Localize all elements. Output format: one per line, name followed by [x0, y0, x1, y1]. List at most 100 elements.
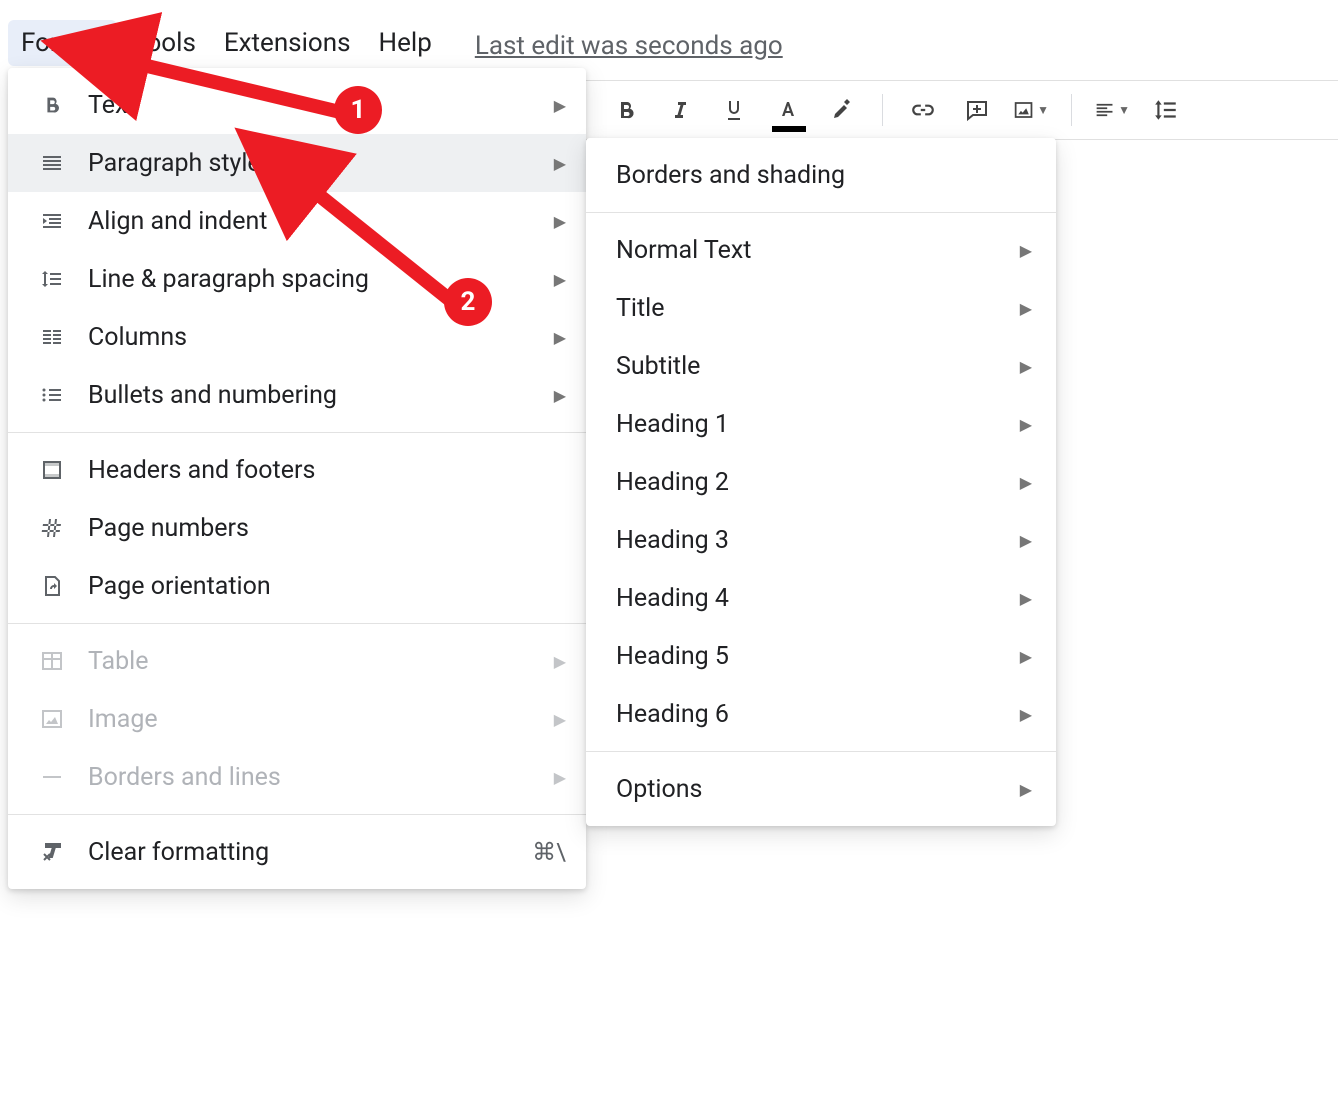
menu-item-label: Align and indent	[88, 207, 534, 236]
menu-item-label: Headers and footers	[88, 456, 566, 485]
sub-item-label: Title	[616, 294, 1020, 323]
menu-item-label: Line & paragraph spacing	[88, 265, 534, 294]
list-icon	[36, 379, 68, 411]
chevron-right-icon: ▶	[1020, 473, 1032, 492]
menu-item-text[interactable]: Text ▶	[8, 76, 586, 134]
menu-extensions[interactable]: Extensions	[211, 20, 364, 66]
paragraph-icon	[36, 147, 68, 179]
menu-item-bullets-numbering[interactable]: Bullets and numbering ▶	[8, 366, 586, 424]
highlight-button[interactable]	[824, 92, 860, 128]
menu-item-columns[interactable]: Columns ▶	[8, 308, 586, 366]
sub-item-subtitle[interactable]: Subtitle ▶	[586, 337, 1056, 395]
header-footer-icon	[36, 454, 68, 486]
bold-button[interactable]	[608, 92, 644, 128]
chevron-right-icon: ▶	[554, 270, 566, 289]
sub-item-heading-1[interactable]: Heading 1 ▶	[586, 395, 1056, 453]
menubar: Format Tools Extensions Help Last edit w…	[8, 20, 783, 66]
menu-format[interactable]: Format	[8, 20, 117, 66]
chevron-right-icon: ▶	[1020, 589, 1032, 608]
menu-item-clear-formatting[interactable]: Clear formatting ⌘\	[8, 823, 586, 881]
sub-item-label: Subtitle	[616, 352, 1020, 381]
toolbar-separator	[882, 94, 883, 126]
chevron-right-icon: ▶	[554, 386, 566, 405]
menu-separator	[8, 814, 586, 815]
line-spacing-button[interactable]	[1148, 92, 1184, 128]
sub-item-normal-text[interactable]: Normal Text ▶	[586, 221, 1056, 279]
chevron-right-icon: ▶	[1020, 647, 1032, 666]
sub-item-label: Heading 6	[616, 700, 1020, 729]
chevron-right-icon: ▶	[554, 154, 566, 173]
bold-icon	[36, 89, 68, 121]
sub-item-heading-3[interactable]: Heading 3 ▶	[586, 511, 1056, 569]
shortcut-text: ⌘\	[532, 838, 566, 866]
clear-format-icon	[36, 836, 68, 868]
menu-item-headers-footers[interactable]: Headers and footers	[8, 441, 586, 499]
sub-item-title[interactable]: Title ▶	[586, 279, 1056, 337]
format-dropdown: Text ▶ Paragraph styles ▶ Align and inde…	[8, 68, 586, 889]
menu-tools[interactable]: Tools	[119, 20, 209, 66]
chevron-right-icon: ▶	[1020, 241, 1032, 260]
last-edit-link[interactable]: Last edit was seconds ago	[475, 25, 783, 61]
underline-button[interactable]	[716, 92, 752, 128]
sub-item-label: Heading 5	[616, 642, 1020, 671]
sub-item-label: Options	[616, 775, 1020, 804]
align-button[interactable]: ▼	[1094, 92, 1130, 128]
menu-separator	[8, 623, 586, 624]
line-spacing-icon	[36, 263, 68, 295]
chevron-right-icon: ▶	[1020, 299, 1032, 318]
menu-item-page-numbers[interactable]: Page numbers	[8, 499, 586, 557]
menu-item-label: Table	[88, 647, 534, 676]
menu-item-align-indent[interactable]: Align and indent ▶	[8, 192, 586, 250]
add-comment-button[interactable]	[959, 92, 995, 128]
sub-item-label: Heading 2	[616, 468, 1020, 497]
menu-item-page-orientation[interactable]: Page orientation	[8, 557, 586, 615]
menu-item-label: Paragraph styles	[88, 149, 534, 178]
insert-image-button[interactable]: ▼	[1013, 92, 1049, 128]
menu-help[interactable]: Help	[366, 20, 445, 66]
menu-item-label: Image	[88, 705, 534, 734]
chevron-right-icon: ▶	[554, 96, 566, 115]
chevron-right-icon: ▶	[1020, 357, 1032, 376]
chevron-right-icon: ▶	[554, 652, 566, 671]
italic-button[interactable]	[662, 92, 698, 128]
menu-item-label: Page orientation	[88, 572, 566, 601]
sub-item-heading-6[interactable]: Heading 6 ▶	[586, 685, 1056, 743]
chevron-right-icon: ▶	[554, 328, 566, 347]
insert-link-button[interactable]	[905, 92, 941, 128]
menu-separator	[8, 432, 586, 433]
menu-item-table: Table ▶	[8, 632, 586, 690]
menu-item-paragraph-styles[interactable]: Paragraph styles ▶	[8, 134, 586, 192]
sub-item-options[interactable]: Options ▶	[586, 760, 1056, 818]
chevron-right-icon: ▶	[1020, 531, 1032, 550]
chevron-right-icon: ▶	[1020, 705, 1032, 724]
line-icon	[36, 761, 68, 793]
columns-icon	[36, 321, 68, 353]
menu-item-label: Columns	[88, 323, 534, 352]
menu-separator	[586, 212, 1056, 213]
menu-item-line-spacing[interactable]: Line & paragraph spacing ▶	[8, 250, 586, 308]
sub-item-heading-2[interactable]: Heading 2 ▶	[586, 453, 1056, 511]
hash-icon	[36, 512, 68, 544]
menu-item-label: Page numbers	[88, 514, 566, 543]
chevron-right-icon: ▶	[554, 212, 566, 231]
indent-icon	[36, 205, 68, 237]
chevron-right-icon: ▶	[554, 710, 566, 729]
sub-item-label: Normal Text	[616, 236, 1020, 265]
sub-item-borders-shading[interactable]: Borders and shading	[586, 146, 1056, 204]
sub-item-label: Borders and shading	[616, 161, 1032, 190]
toolbar-separator	[1071, 94, 1072, 126]
menu-item-image: Image ▶	[8, 690, 586, 748]
menu-item-label: Clear formatting	[88, 838, 512, 867]
image-icon	[36, 703, 68, 735]
toolbar: ▼ ▼	[586, 80, 1338, 140]
sub-item-label: Heading 4	[616, 584, 1020, 613]
chevron-right-icon: ▶	[554, 768, 566, 787]
sub-item-heading-5[interactable]: Heading 5 ▶	[586, 627, 1056, 685]
orientation-icon	[36, 570, 68, 602]
sub-item-heading-4[interactable]: Heading 4 ▶	[586, 569, 1056, 627]
sub-item-label: Heading 1	[616, 410, 1020, 439]
text-color-button[interactable]	[770, 92, 806, 128]
paragraph-styles-submenu: Borders and shading Normal Text ▶ Title …	[586, 138, 1056, 826]
menu-item-label: Bullets and numbering	[88, 381, 534, 410]
table-icon	[36, 645, 68, 677]
